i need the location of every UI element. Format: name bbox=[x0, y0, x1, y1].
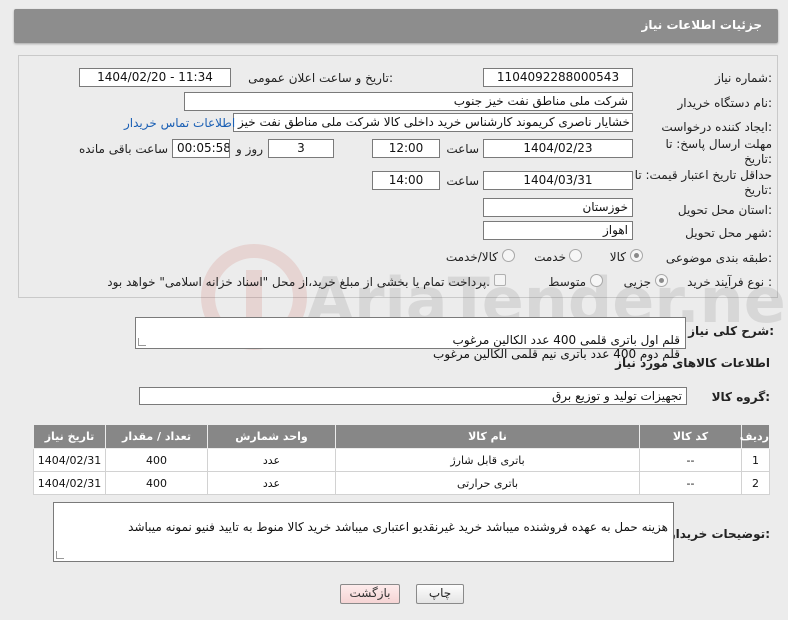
cell-row: 2 bbox=[741, 471, 770, 495]
category-service-radio[interactable] bbox=[569, 249, 582, 262]
creator-field[interactable]: خشایار ناصری کریموند کارشناس خرید داخلی … bbox=[233, 113, 633, 132]
city-field[interactable]: اهواز bbox=[483, 221, 633, 240]
cell-row: 1 bbox=[741, 448, 770, 472]
price-validity-label: حداقل تاریخ اعتبار قیمت: تا تاریخ: bbox=[634, 168, 772, 197]
category-goods-service-radio[interactable] bbox=[502, 249, 515, 262]
col-header-unit: واحد شمارش bbox=[207, 424, 336, 449]
category-service-label: خدمت bbox=[534, 250, 566, 264]
description-label: شرح کلی نیاز: bbox=[688, 324, 774, 338]
validity-time-label: ساعت bbox=[446, 174, 479, 188]
category-label: طبقه بندی موضوعی: bbox=[665, 251, 772, 265]
treasury-payment-note: پرداخت تمام یا بخشی از مبلغ خرید،از محل … bbox=[107, 275, 490, 289]
days-remaining-field[interactable]: 3 bbox=[268, 139, 334, 158]
cell-quantity: 400 bbox=[105, 471, 208, 495]
description-textarea[interactable]: قلم اول باتری قلمی 400 عدد الکالین مرغوب… bbox=[135, 317, 686, 361]
treasury-payment-checkbox[interactable] bbox=[494, 274, 506, 286]
page-title: جزئیات اطلاعات نیاز bbox=[641, 18, 762, 32]
cell-name: باتری قابل شارژ bbox=[335, 448, 640, 472]
goods-group-field[interactable]: تجهیزات تولید و توزیع برق bbox=[139, 387, 687, 405]
deadline-label: مهلت ارسال پاسخ: تا تاریخ: bbox=[665, 137, 772, 166]
cell-unit: عدد bbox=[207, 448, 336, 472]
print-button[interactable]: چاپ bbox=[416, 584, 464, 604]
cell-name: باتری حرارتی bbox=[335, 471, 640, 495]
days-label: روز و bbox=[236, 142, 263, 156]
col-header-quantity: تعداد / مقدار bbox=[105, 424, 208, 449]
deadline-date-field[interactable]: 1404/02/23 bbox=[483, 139, 633, 158]
buyer-contact-link[interactable]: اطلاعات تماس خریدار bbox=[124, 116, 235, 130]
col-header-row: ردیف bbox=[740, 424, 770, 449]
cell-quantity: 400 bbox=[105, 448, 208, 472]
province-field[interactable]: خوزستان bbox=[483, 198, 633, 217]
process-type-label: نوع فرآیند خرید : bbox=[687, 275, 772, 289]
announce-datetime-field[interactable]: 1404/02/20 - 11:34 bbox=[79, 68, 231, 87]
page-header: جزئیات اطلاعات نیاز bbox=[14, 9, 778, 43]
deadline-time-field[interactable]: 12:00 bbox=[372, 139, 440, 158]
city-label: شهر محل تحویل: bbox=[685, 226, 772, 240]
category-goods-radio[interactable] bbox=[630, 249, 643, 262]
announce-label: تاریخ و ساعت اعلان عمومی: bbox=[248, 71, 393, 85]
deadline-time-label: ساعت bbox=[446, 142, 479, 156]
validity-time-field[interactable]: 14:00 bbox=[372, 171, 440, 190]
need-number-field[interactable]: 1104092288000543 bbox=[483, 68, 633, 87]
resize-handle-icon[interactable] bbox=[56, 551, 64, 559]
col-header-date: تاریخ نیاز bbox=[33, 424, 106, 449]
cell-code: -- bbox=[639, 471, 742, 495]
creator-label: ایجاد کننده درخواست: bbox=[661, 120, 772, 134]
goods-section-title: اطلاعات کالاهای مورد نیاز bbox=[615, 356, 770, 370]
buyer-org-label: نام دستگاه خریدار: bbox=[677, 96, 773, 110]
need-number-label: شماره نیاز: bbox=[714, 71, 772, 85]
time-remaining-label: ساعت باقی مانده bbox=[78, 142, 168, 156]
buyer-notes-textarea[interactable]: هزینه حمل به عهده فروشنده میباشد خرید غی… bbox=[53, 502, 674, 562]
resize-handle-icon[interactable] bbox=[138, 338, 146, 346]
process-minor-radio[interactable] bbox=[655, 274, 668, 287]
goods-table-header: ردیف کد کالا نام کالا واحد شمارش تعداد /… bbox=[33, 424, 770, 449]
back-button[interactable]: بازگشت bbox=[340, 584, 400, 604]
category-goods-service-label: کالا/خدمت bbox=[445, 250, 498, 264]
col-header-code: کد کالا bbox=[639, 424, 742, 449]
goods-table: ردیف کد کالا نام کالا واحد شمارش تعداد /… bbox=[33, 424, 770, 495]
goods-group-label: گروه کالا: bbox=[711, 390, 770, 404]
col-header-name: نام کالا bbox=[335, 424, 640, 449]
time-remaining-field[interactable]: 00:05:58 bbox=[172, 139, 230, 158]
process-minor-label: جزیی bbox=[623, 275, 651, 289]
cell-unit: عدد bbox=[207, 471, 336, 495]
table-row[interactable]: 1 -- باتری قابل شارژ عدد 400 1404/02/31 bbox=[33, 448, 770, 472]
buyer-org-field[interactable]: شرکت ملی مناطق نفت خیز جنوب bbox=[184, 92, 633, 111]
cell-date: 1404/02/31 bbox=[33, 448, 106, 472]
process-medium-radio[interactable] bbox=[590, 274, 603, 287]
province-label: استان محل تحویل: bbox=[677, 203, 772, 217]
buyer-notes-label: توضیحات خریدار: bbox=[668, 527, 770, 541]
buyer-notes-text: هزینه حمل به عهده فروشنده میباشد خرید غی… bbox=[128, 520, 668, 534]
process-medium-label: متوسط bbox=[548, 275, 586, 289]
cell-date: 1404/02/31 bbox=[33, 471, 106, 495]
table-row[interactable]: 2 -- باتری حرارتی عدد 400 1404/02/31 bbox=[33, 471, 770, 495]
cell-code: -- bbox=[639, 448, 742, 472]
category-goods-label: کالا bbox=[609, 250, 626, 264]
validity-date-field[interactable]: 1404/03/31 bbox=[483, 171, 633, 190]
